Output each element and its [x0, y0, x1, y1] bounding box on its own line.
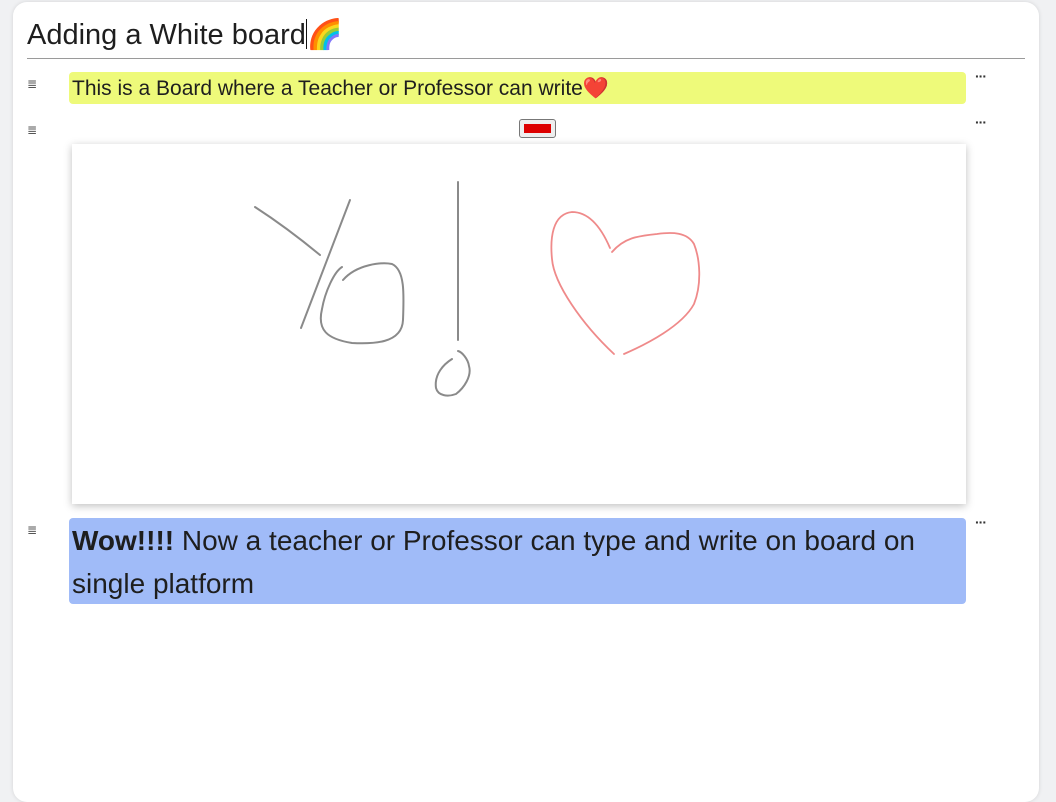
heart-icon: ❤️ — [582, 76, 609, 100]
stroke-heart — [550, 211, 701, 355]
text-block[interactable]: This is a Board where a Teacher or Profe… — [69, 72, 966, 104]
drag-handle-icon[interactable]: ≣ — [27, 524, 41, 538]
pen-color-swatch — [524, 124, 551, 133]
whiteboard-drawing — [254, 181, 701, 397]
text-block-content: Now a teacher or Professor can type and … — [72, 525, 915, 599]
page-title-text: Adding a White board — [27, 19, 306, 51]
stroke-exclaim-dot — [434, 350, 471, 397]
pen-color-button[interactable] — [519, 119, 556, 138]
stroke-y-left — [254, 206, 321, 256]
block-menu-icon[interactable]: ··· — [975, 69, 991, 83]
rainbow-icon: 🌈 — [306, 17, 344, 51]
drag-handle-icon[interactable]: ≣ — [27, 78, 41, 92]
bold-text: Wow!!!! — [72, 525, 175, 556]
drag-handle-icon[interactable]: ≣ — [27, 124, 41, 138]
stroke-y-right — [300, 199, 351, 329]
block-menu-icon[interactable]: ··· — [975, 115, 991, 129]
text-block-content: This is a Board where a Teacher or Profe… — [72, 77, 583, 100]
editor-card: Adding a White board🌈 ≣ ··· This is a Bo… — [13, 2, 1039, 802]
block-menu-icon[interactable]: ··· — [975, 515, 991, 529]
text-block[interactable]: Wow!!!! Now a teacher or Professor can t… — [69, 518, 966, 604]
whiteboard-canvas[interactable] — [72, 144, 966, 504]
stroke-o — [319, 262, 405, 345]
page-title[interactable]: Adding a White board🌈 — [27, 16, 1025, 59]
